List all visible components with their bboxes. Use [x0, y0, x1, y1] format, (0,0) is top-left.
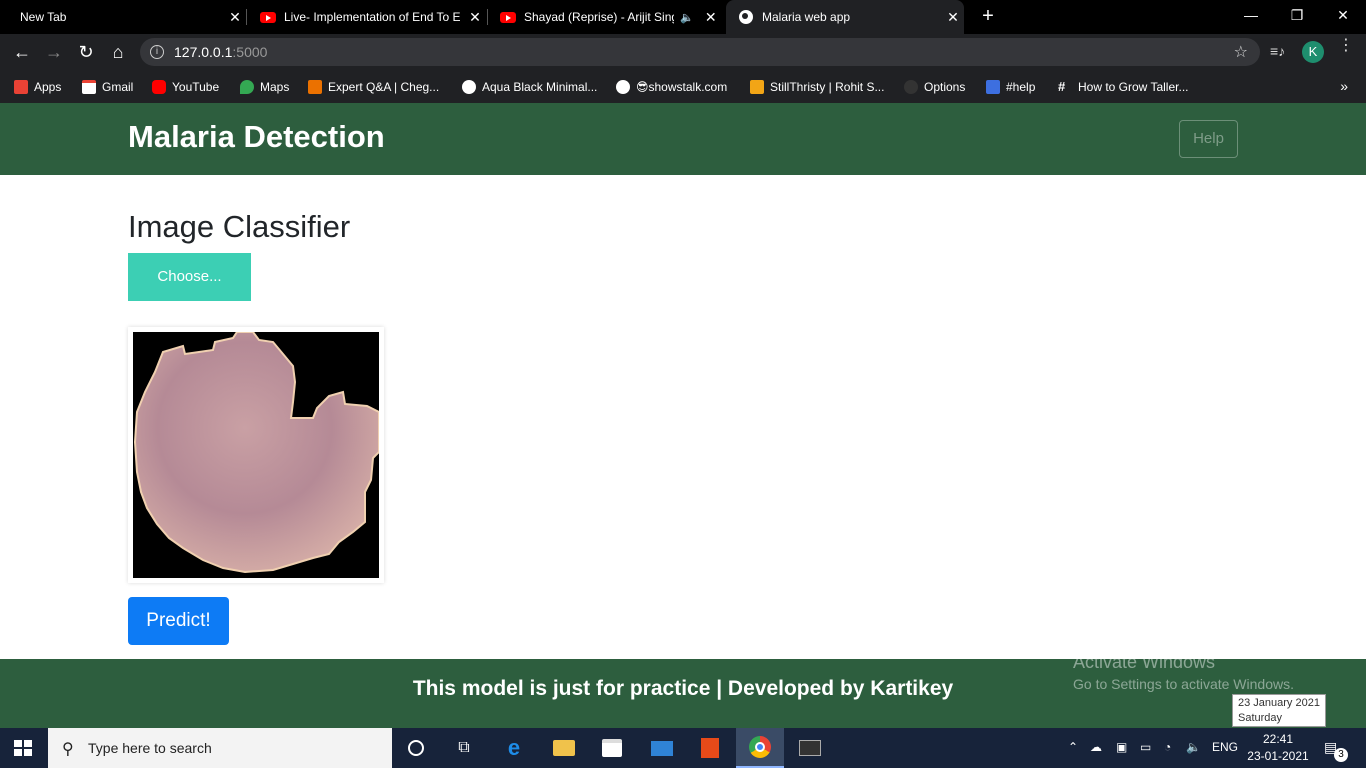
help-app-icon [986, 80, 1000, 94]
windows-taskbar: ⚲ Type here to search ⧉ e ⌃ ☁ ▣ ▭ ◔ 🔈 EN… [0, 728, 1366, 768]
youtube-icon [500, 9, 516, 25]
tab-title: New Tab [20, 10, 67, 24]
more-menu-icon[interactable]: ⋮ [1338, 38, 1354, 54]
bookmark-gmail[interactable]: Gmail [82, 77, 133, 97]
youtube-icon [260, 9, 276, 25]
chegg-icon [308, 80, 322, 94]
cortana-icon[interactable] [392, 728, 440, 768]
new-tab-button[interactable]: + [976, 4, 1000, 28]
search-icon: ⚲ [62, 741, 74, 758]
bookmark-showstalk[interactable]: 😎showstalk.com [616, 77, 727, 97]
close-window-button[interactable]: ✕ [1320, 0, 1366, 30]
tab-new-tab[interactable]: New Tab ✕ [8, 0, 246, 34]
wifi-icon[interactable]: ◔ [1164, 740, 1171, 754]
apps-grid-icon [14, 80, 28, 94]
bookmark-options[interactable]: Options [904, 77, 965, 97]
chrome-icon[interactable] [736, 728, 784, 768]
chevron-right-icon[interactable]: » [1340, 78, 1348, 94]
bookmark-maps[interactable]: Maps [240, 77, 289, 97]
windows-start-icon[interactable] [14, 740, 32, 756]
restore-button[interactable]: ❐ [1274, 0, 1320, 30]
chevron-up-icon[interactable]: ⌃ [1068, 740, 1078, 754]
terminal-icon[interactable] [786, 728, 834, 768]
tab-live-implementation[interactable]: Live- Implementation of End To E ✕ [248, 0, 486, 34]
globe-icon [738, 9, 754, 25]
clock-time: 22:41 [1262, 732, 1294, 746]
help-button[interactable]: Help [1179, 120, 1238, 158]
taskbar-search-box[interactable]: ⚲ Type here to search [48, 728, 392, 768]
page-heading: Image Classifier [128, 209, 351, 244]
address-bar[interactable]: i 127.0.0.1:5000 ☆ [140, 38, 1260, 66]
maps-pin-icon [240, 80, 254, 94]
info-icon[interactable]: i [150, 45, 164, 59]
web-page: Malaria Detection Help Image Classifier … [0, 103, 1366, 728]
bookmark-youtube[interactable]: YouTube [152, 77, 219, 97]
search-placeholder: Type here to search [88, 740, 212, 756]
minimize-button[interactable]: — [1228, 0, 1274, 30]
globe-icon [616, 80, 630, 94]
forward-arrow-icon[interactable]: → [42, 40, 66, 64]
bookmark-chegg[interactable]: Expert Q&A | Cheg... [308, 77, 439, 97]
tab-title: Live- Implementation of End To E [284, 10, 461, 24]
audio-playing-icon[interactable]: 🔈 [680, 11, 694, 24]
tab-shayad[interactable]: Shayad (Reprise) - Arijit Singh 🔈 ✕ [488, 0, 726, 34]
taskbar-clock[interactable]: 22:41 23-01-2021 [1240, 731, 1316, 765]
tooltip-date: 23 January 2021 [1238, 697, 1320, 709]
notification-count-badge: 3 [1334, 748, 1348, 762]
bookmark-aqua-black[interactable]: Aqua Black Minimal... [462, 77, 597, 97]
github-icon [904, 80, 918, 94]
tab-title: Shayad (Reprise) - Arijit Singh [524, 10, 674, 24]
gmail-icon [82, 80, 96, 94]
choose-file-button[interactable]: Choose... [128, 253, 251, 301]
mail-icon[interactable] [638, 728, 686, 768]
close-icon[interactable]: ✕ [942, 9, 964, 26]
site-brand[interactable]: Malaria Detection [128, 119, 385, 155]
device-icon[interactable]: ▣ [1116, 740, 1127, 754]
volume-icon[interactable]: 🔈 [1186, 740, 1201, 754]
reload-icon[interactable]: ↻ [74, 40, 98, 64]
bookmark-apps[interactable]: Apps [14, 77, 61, 97]
edge-icon[interactable]: e [490, 728, 538, 768]
browser-tab-bar: New Tab ✕ Live- Implementation of End To… [0, 0, 1366, 34]
youtube-icon [152, 80, 166, 94]
office-icon[interactable] [686, 728, 734, 768]
store-icon[interactable] [588, 728, 636, 768]
predict-button[interactable]: Predict! [128, 597, 229, 645]
profile-avatar[interactable]: K [1302, 41, 1324, 63]
home-icon[interactable]: ⌂ [106, 40, 130, 64]
close-icon[interactable]: ✕ [224, 9, 246, 26]
date-tooltip: 23 January 2021 Saturday [1232, 694, 1326, 727]
onedrive-icon[interactable]: ☁ [1090, 740, 1102, 754]
tab-separator [246, 9, 247, 25]
bookmark-star-icon[interactable]: ☆ [1234, 42, 1248, 62]
mug-icon [750, 80, 764, 94]
back-arrow-icon[interactable]: ← [10, 40, 34, 64]
browser-toolbar: ← → ↻ ⌂ i 127.0.0.1:5000 ☆ ≡♪ K ⋮ [0, 34, 1366, 70]
url-text[interactable]: 127.0.0.1:5000 [174, 44, 267, 60]
activate-windows-subtitle: Go to Settings to activate Windows. [1073, 676, 1294, 692]
task-view-icon[interactable]: ⧉ [440, 728, 488, 768]
media-queue-icon[interactable]: ≡♪ [1270, 43, 1285, 59]
hash-icon: # [1058, 79, 1066, 94]
bookmark-help[interactable]: #help [986, 77, 1035, 97]
bookmarks-bar: Apps Gmail YouTube Maps Expert Q&A | Che… [0, 70, 1366, 103]
tab-malaria-web-app[interactable]: Malaria web app ✕ [726, 0, 964, 34]
bookmark-grow-taller[interactable]: # How to Grow Taller... [1058, 77, 1188, 97]
tooltip-day: Saturday [1238, 712, 1283, 724]
battery-icon[interactable]: ▭ [1140, 740, 1151, 754]
cell-image [133, 332, 379, 578]
bookmark-stillthristy[interactable]: StillThristy | Rohit S... [750, 77, 884, 97]
close-icon[interactable]: ✕ [700, 9, 722, 26]
tab-title: Malaria web app [762, 10, 851, 24]
language-indicator[interactable]: ENG [1212, 740, 1238, 754]
globe-icon [462, 80, 476, 94]
site-navbar: Malaria Detection Help [0, 103, 1366, 175]
image-preview [128, 327, 384, 583]
activate-windows-title: Activate Windows [1073, 652, 1216, 672]
clock-date: 23-01-2021 [1247, 749, 1309, 763]
file-explorer-icon[interactable] [540, 728, 588, 768]
close-icon[interactable]: ✕ [464, 9, 486, 26]
